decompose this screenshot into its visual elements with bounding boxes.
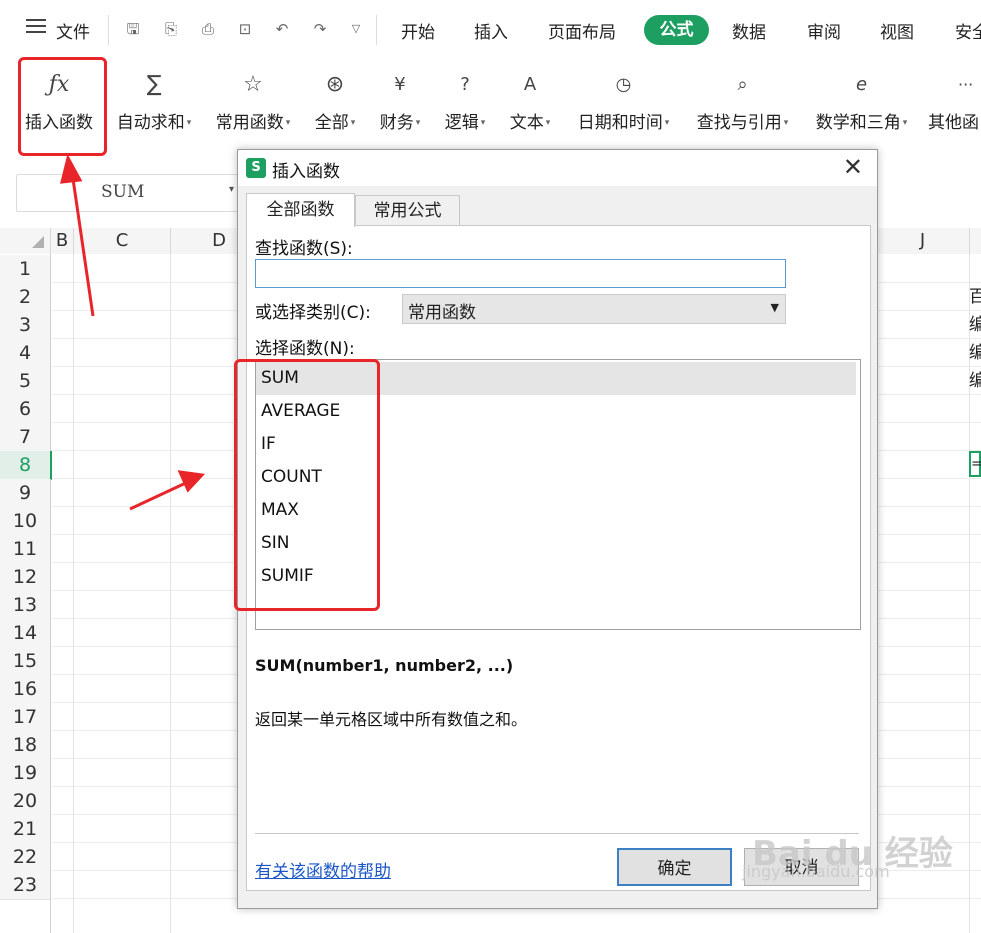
arrow-head [60,153,83,184]
tab-all-functions[interactable]: 全部函数 [246,193,355,227]
arrow-line [70,171,95,317]
arrow-head [177,470,206,493]
annotation-arrows [60,153,206,511]
baidu-watermark-url: jingyan.baidu.com [742,862,890,881]
arrow-line [129,479,191,511]
